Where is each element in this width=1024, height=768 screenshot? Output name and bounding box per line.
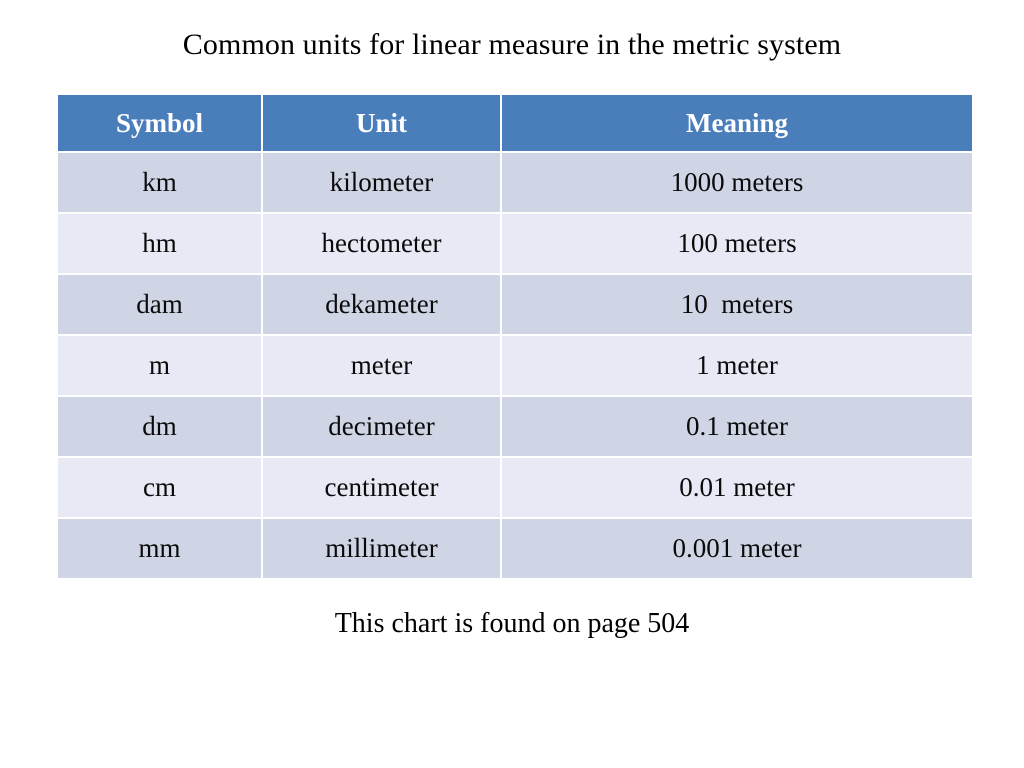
column-header-meaning: Meaning xyxy=(502,95,972,151)
table-row: mm millimeter 0.001 meter xyxy=(58,517,972,578)
cell-symbol: mm xyxy=(58,517,263,578)
slide-canvas: Common units for linear measure in the m… xyxy=(0,0,1024,768)
cell-meaning: 1 meter xyxy=(502,334,972,395)
cell-meaning: 1000 meters xyxy=(502,151,972,212)
column-header-unit: Unit xyxy=(263,95,502,151)
cell-meaning: 0.1 meter xyxy=(502,395,972,456)
cell-meaning: 100 meters xyxy=(502,212,972,273)
cell-meaning: 0.001 meter xyxy=(502,517,972,578)
units-table: Symbol Unit Meaning km kilometer 1000 me… xyxy=(58,95,972,578)
cell-symbol: dm xyxy=(58,395,263,456)
cell-symbol: hm xyxy=(58,212,263,273)
cell-unit: hectometer xyxy=(263,212,502,273)
page-title: Common units for linear measure in the m… xyxy=(182,28,842,61)
cell-symbol: km xyxy=(58,151,263,212)
table-body: km kilometer 1000 meters hm hectometer 1… xyxy=(58,151,972,578)
cell-symbol: cm xyxy=(58,456,263,517)
cell-unit: dekameter xyxy=(263,273,502,334)
cell-unit: decimeter xyxy=(263,395,502,456)
table-row: hm hectometer 100 meters xyxy=(58,212,972,273)
cell-symbol: dam xyxy=(58,273,263,334)
cell-unit: centimeter xyxy=(263,456,502,517)
cell-symbol: m xyxy=(58,334,263,395)
source-note: This chart is found on page 504 xyxy=(334,608,690,639)
units-table-container: Symbol Unit Meaning km kilometer 1000 me… xyxy=(58,95,972,578)
table-row: dam dekameter 10 meters xyxy=(58,273,972,334)
table-header: Symbol Unit Meaning xyxy=(58,95,972,151)
cell-unit: meter xyxy=(263,334,502,395)
table-header-row: Symbol Unit Meaning xyxy=(58,95,972,151)
cell-unit: kilometer xyxy=(263,151,502,212)
cell-unit: millimeter xyxy=(263,517,502,578)
table-row: km kilometer 1000 meters xyxy=(58,151,972,212)
cell-meaning: 10 meters xyxy=(502,273,972,334)
table-row: cm centimeter 0.01 meter xyxy=(58,456,972,517)
cell-meaning: 0.01 meter xyxy=(502,456,972,517)
table-row: dm decimeter 0.1 meter xyxy=(58,395,972,456)
table-row: m meter 1 meter xyxy=(58,334,972,395)
column-header-symbol: Symbol xyxy=(58,95,263,151)
